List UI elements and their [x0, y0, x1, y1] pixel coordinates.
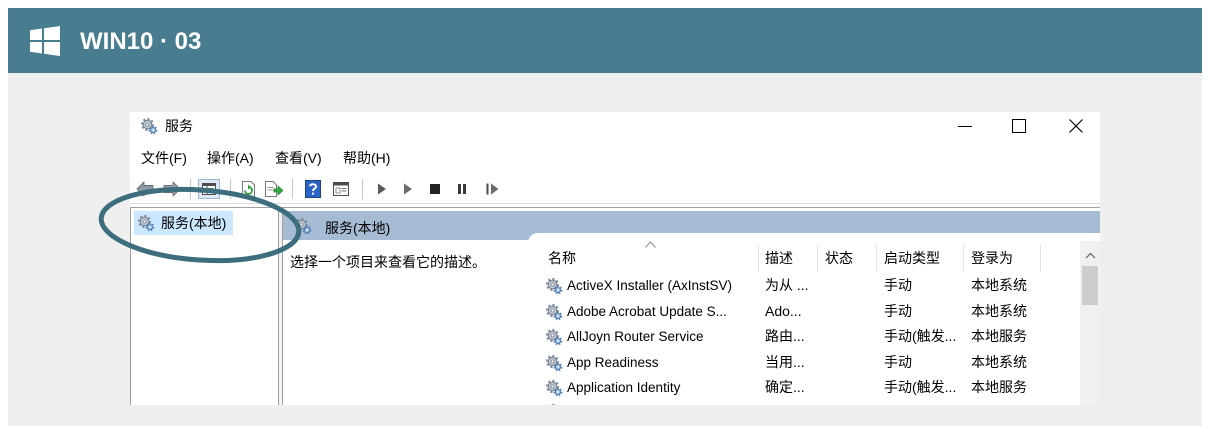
minimize-icon[interactable]	[956, 118, 974, 134]
service-startup-type: 手动(触发...	[884, 328, 957, 344]
service-log-on-as: 本地系统	[971, 302, 1027, 319]
column-header-description[interactable]: 描述	[765, 245, 815, 272]
restart-service-icon[interactable]	[486, 183, 499, 195]
menu-help[interactable]: 帮助(H)	[343, 149, 390, 167]
column-divider[interactable]	[817, 245, 818, 272]
service-startup-type: 手动	[884, 353, 912, 370]
service-status	[825, 299, 874, 325]
column-header-row: 名称 描述 状态 启动类型 登录为	[528, 245, 1080, 272]
service-row[interactable]: ActiveX Installer (AxInstSV) 为从 ... 手动 本…	[528, 273, 1080, 299]
service-name: AllJoyn Router Service	[567, 329, 704, 344]
column-divider[interactable]	[876, 245, 877, 272]
service-startup-type: 手动	[884, 302, 912, 319]
window-title: 服务	[165, 118, 193, 134]
service-row[interactable]: Adobe Acrobat Update S... Ado... 手动 本地系统	[528, 299, 1080, 325]
scroll-up-icon[interactable]	[1085, 252, 1096, 259]
service-description: 当用...	[765, 353, 805, 370]
menu-action[interactable]: 操作(A)	[207, 149, 254, 167]
service-row[interactable]: Application Identity 确定... 手动(触发... 本地服务	[528, 375, 1080, 401]
column-header-status[interactable]: 状态	[825, 245, 874, 272]
services-list: 名称 描述 状态 启动类型 登录为 ActiveX Installer (AxI…	[528, 233, 1100, 405]
toolbar-separator	[362, 179, 364, 199]
vertical-scrollbar[interactable]	[1080, 241, 1100, 405]
gear-icon	[545, 277, 563, 295]
column-divider[interactable]	[758, 245, 759, 272]
close-icon[interactable]	[1068, 118, 1084, 134]
service-description: 路由...	[765, 328, 805, 344]
service-name: Adobe Acrobat Update S...	[567, 303, 727, 319]
gear-icon	[545, 303, 563, 321]
service-log-on-as: 本地服务	[971, 379, 1027, 395]
panel-title: 服务(本地)	[325, 220, 391, 236]
service-log-on-as: 本地服务	[971, 328, 1027, 344]
service-startup-type: 手动	[884, 277, 912, 293]
column-header-name[interactable]: 名称	[548, 245, 756, 272]
gear-icon	[545, 328, 563, 346]
window-titlebar[interactable]: 服务	[130, 112, 1100, 142]
help-icon[interactable]	[305, 180, 321, 198]
pause-service-icon[interactable]	[457, 184, 467, 194]
windows-logo-icon	[30, 26, 60, 56]
service-description-hint: 选择一个项目来查看它的描述。	[290, 254, 486, 270]
service-log-on-as: 本地系统	[971, 277, 1027, 293]
service-status	[825, 324, 874, 350]
menu-view[interactable]: 查看(V)	[275, 149, 322, 167]
start-service-alt-icon[interactable]	[403, 183, 413, 195]
header-bar: WIN10 · 03	[8, 8, 1202, 73]
gear-icon	[545, 354, 563, 372]
slide-frame: WIN10 · 03 服务 文件(F) 操作(A) 查看(V) 帮助(H) 服务…	[8, 8, 1202, 426]
service-status	[825, 273, 874, 299]
service-status	[825, 350, 874, 376]
menu-bar: 文件(F) 操作(A) 查看(V) 帮助(H)	[130, 147, 1100, 169]
scrollbar-thumb[interactable]	[1082, 266, 1098, 305]
service-status	[825, 375, 874, 401]
service-name: Application Identity	[567, 380, 681, 395]
service-row[interactable]: App Readiness 当用... 手动 本地系统	[528, 350, 1080, 376]
header-title: WIN10 · 03	[80, 28, 202, 55]
service-name: App Readiness	[567, 354, 659, 370]
column-divider[interactable]	[1040, 245, 1041, 272]
service-log-on-as: 本地系统	[971, 353, 1027, 370]
service-row[interactable]: AllJoyn Router Service 路由... 手动(触发... 本地…	[528, 324, 1080, 350]
gear-icon	[140, 117, 158, 135]
gear-icon	[545, 403, 563, 405]
service-startup-type: 手动(触发...	[884, 379, 957, 395]
service-description: 确定...	[765, 379, 805, 395]
maximize-icon[interactable]	[1011, 118, 1027, 134]
service-description: 为从 ...	[765, 277, 809, 293]
start-service-icon[interactable]	[377, 183, 387, 195]
column-header-startup-type[interactable]: 启动类型	[884, 245, 961, 272]
annotation-ellipse	[98, 186, 302, 264]
column-divider[interactable]	[963, 245, 964, 272]
gear-icon	[545, 379, 563, 397]
column-header-log-on-as[interactable]: 登录为	[971, 245, 1038, 272]
stop-service-icon[interactable]	[430, 184, 440, 194]
service-description: Ado...	[765, 302, 802, 319]
menu-file[interactable]: 文件(F)	[141, 149, 187, 167]
properties-icon[interactable]	[332, 180, 350, 198]
details-pane: 服务(本地) 选择一个项目来查看它的描述。 名称 描述 状态 启动类型 登录为	[282, 207, 1100, 405]
service-name: ActiveX Installer (AxInstSV)	[567, 278, 733, 293]
